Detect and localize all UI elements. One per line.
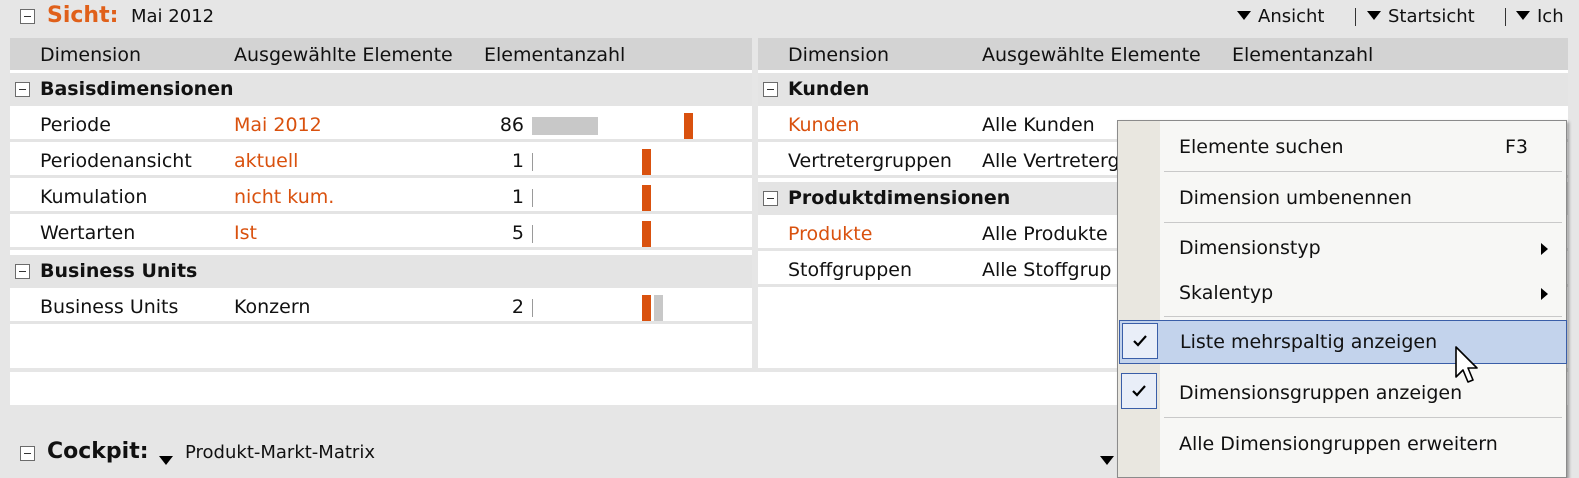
selected-element[interactable]: Alle Produkte xyxy=(982,223,1108,245)
dimension-name: Vertretergruppen xyxy=(788,150,952,172)
dimension-name: Periodenansicht xyxy=(40,150,192,172)
group-collapse-toggle[interactable] xyxy=(15,264,30,279)
check-icon xyxy=(1122,323,1158,359)
left-column-header: Dimension Ausgewählte Elemente Elementan… xyxy=(10,38,752,70)
group-label: Kunden xyxy=(788,78,870,100)
col-elementanzahl[interactable]: Elementanzahl xyxy=(1232,44,1373,66)
context-menu: Elemente suchen F3 Dimension umbenennen … xyxy=(1117,120,1567,478)
cockpit-label: Cockpit: xyxy=(47,439,149,464)
menu-separator xyxy=(1164,417,1562,418)
selected-element-link[interactable]: Ist xyxy=(234,222,257,244)
col-ausgewaehlte-elemente[interactable]: Ausgewählte Elemente xyxy=(234,44,453,66)
dimension-name: Periode xyxy=(40,114,111,136)
right-column-header: Dimension Ausgewählte Elemente Elementan… xyxy=(758,38,1568,70)
distribution-marker xyxy=(642,295,651,321)
menu-item-dimensionstyp[interactable]: Dimensionstyp xyxy=(1118,225,1566,269)
distribution-marker xyxy=(642,149,651,175)
group-label: Produktdimensionen xyxy=(788,187,1011,209)
element-count: 2 xyxy=(511,296,524,318)
dropdown-triangle-icon xyxy=(1237,11,1251,20)
count-bar xyxy=(532,225,533,243)
group-label: Business Units xyxy=(40,260,198,282)
dropdown-triangle-icon xyxy=(1516,11,1530,20)
count-bar xyxy=(532,117,598,135)
element-count: 1 xyxy=(511,186,524,208)
distribution-marker xyxy=(642,221,651,247)
distribution-marker xyxy=(642,185,651,211)
submenu-arrow-icon xyxy=(1541,243,1548,255)
menu-separator xyxy=(1505,8,1506,26)
menu-separator xyxy=(1164,171,1562,172)
element-count: 5 xyxy=(511,222,524,244)
check-icon xyxy=(1121,373,1157,409)
group-row-kunden[interactable]: Kunden xyxy=(758,73,1568,106)
selected-element[interactable]: Alle Stoffgrup xyxy=(982,259,1111,281)
col-elementanzahl[interactable]: Elementanzahl xyxy=(484,44,625,66)
menu-separator xyxy=(1164,222,1562,223)
dropdown-triangle-icon xyxy=(1100,456,1114,465)
dimension-name: Wertarten xyxy=(40,222,136,244)
col-dimension[interactable]: Dimension xyxy=(788,44,889,66)
distribution-marker xyxy=(684,113,693,139)
menu-ansicht[interactable]: Ansicht xyxy=(1237,6,1324,27)
menu-item-liste-mehrspaltig[interactable]: Liste mehrspaltig anzeigen xyxy=(1119,320,1567,364)
menu-item-dimensionsgruppen-anzeigen[interactable]: Dimensionsgruppen anzeigen xyxy=(1118,370,1566,414)
group-row-business-units[interactable]: Business Units xyxy=(10,255,752,288)
count-bar xyxy=(532,153,533,171)
table-row[interactable]: Periodenansicht aktuell 1 xyxy=(10,145,752,178)
table-row[interactable]: Kumulation nicht kum. 1 xyxy=(10,181,752,214)
selected-element[interactable]: Alle Vertreterg xyxy=(982,150,1120,172)
dimension-name-link[interactable]: Kunden xyxy=(788,114,859,136)
cockpit-value[interactable]: Produkt-Markt-Matrix xyxy=(185,442,375,463)
submenu-arrow-icon xyxy=(1541,288,1548,300)
dimension-name: Stoffgruppen xyxy=(788,259,912,281)
selected-element-link[interactable]: aktuell xyxy=(234,150,298,172)
menu-separator xyxy=(1164,316,1562,317)
dimension-name-link[interactable]: Produkte xyxy=(788,223,872,245)
group-collapse-toggle[interactable] xyxy=(763,82,778,97)
menu-separator xyxy=(1355,8,1356,26)
group-collapse-toggle[interactable] xyxy=(763,191,778,206)
selected-element[interactable]: Alle Kunden xyxy=(982,114,1095,136)
group-collapse-toggle[interactable] xyxy=(15,82,30,97)
dropdown-triangle-icon xyxy=(159,456,173,465)
col-dimension[interactable]: Dimension xyxy=(40,44,141,66)
selected-element-link[interactable]: nicht kum. xyxy=(234,186,334,208)
sicht-label: Sicht: xyxy=(47,3,119,28)
cockpit-collapse-toggle[interactable] xyxy=(20,446,35,461)
mouse-cursor-icon xyxy=(1455,346,1478,383)
dimension-name: Kumulation xyxy=(40,186,148,208)
distribution-marker-secondary xyxy=(654,295,663,321)
menu-item-elemente-suchen[interactable]: Elemente suchen F3 xyxy=(1118,124,1566,168)
col-ausgewaehlte-elemente[interactable]: Ausgewählte Elemente xyxy=(982,44,1201,66)
menu-shortcut: F3 xyxy=(1504,136,1528,158)
dimension-name: Business Units xyxy=(40,296,179,318)
table-row[interactable]: Periode Mai 2012 86 xyxy=(10,109,752,142)
selected-element[interactable]: Konzern xyxy=(234,296,310,318)
menu-ich[interactable]: Ich xyxy=(1516,6,1564,27)
table-row[interactable]: Wertarten Ist 5 xyxy=(10,217,752,250)
count-bar xyxy=(532,189,533,207)
sicht-collapse-toggle[interactable] xyxy=(20,9,35,24)
sicht-value: Mai 2012 xyxy=(131,6,215,27)
menu-item-skalentyp[interactable]: Skalentyp xyxy=(1118,270,1566,314)
cockpit-dropdown[interactable] xyxy=(159,450,180,472)
menu-startsicht[interactable]: Startsicht xyxy=(1367,6,1475,27)
table-row[interactable]: Business Units Konzern 2 xyxy=(10,291,752,324)
element-count: 1 xyxy=(511,150,524,172)
group-row-basisdimensionen[interactable]: Basisdimensionen xyxy=(10,73,752,106)
count-bar xyxy=(532,299,533,317)
selected-element-link[interactable]: Mai 2012 xyxy=(234,114,322,136)
dropdown-triangle-icon xyxy=(1367,11,1381,20)
menu-item-dimension-umbenennen[interactable]: Dimension umbenennen xyxy=(1118,175,1566,219)
element-count: 86 xyxy=(499,114,524,136)
group-label: Basisdimensionen xyxy=(40,78,234,100)
menu-item-alle-dimensiongruppen-erweitern[interactable]: Alle Dimensiongruppen erweitern xyxy=(1118,421,1566,465)
